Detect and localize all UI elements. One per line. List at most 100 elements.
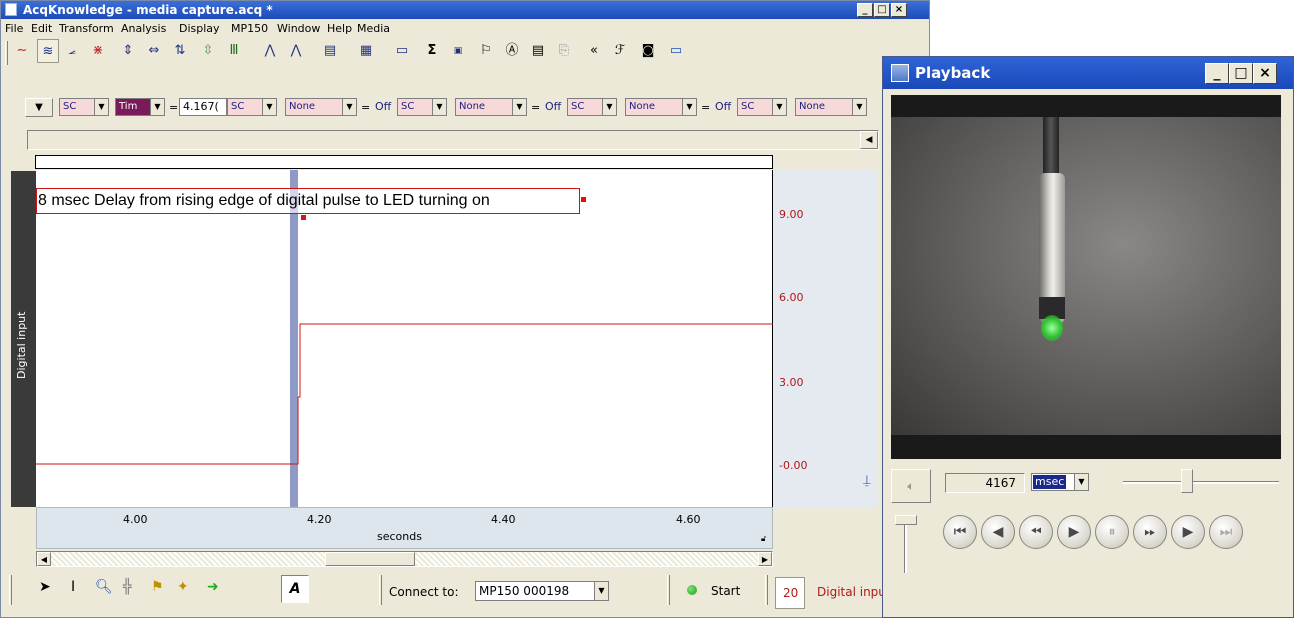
time-field[interactable]: 4167 [945, 473, 1025, 493]
overlap-icon[interactable]: ≋ [37, 39, 59, 63]
measurement-menu-button[interactable]: ▼ [25, 98, 53, 117]
volume-slider-track[interactable] [904, 517, 907, 573]
scatter-icon[interactable]: ⋇ [87, 39, 109, 63]
annotation-anchor[interactable] [301, 215, 306, 220]
multipeak-icon[interactable]: ⋀ [285, 39, 307, 63]
lock-icon[interactable]: 🔓︎ [761, 534, 766, 544]
grid-toggle-icon[interactable]: ▦ [355, 39, 377, 63]
digital-trace [36, 323, 773, 465]
measure-type-4[interactable]: None ▼ [625, 98, 697, 116]
close-icon[interactable]: × [891, 3, 907, 17]
cursor-bar[interactable] [290, 170, 298, 507]
channel-label-bar[interactable]: Digital input [11, 171, 36, 507]
trace-svg [36, 170, 773, 507]
first-frame-icon[interactable]: ⏮︎ [943, 515, 977, 549]
unit-select[interactable]: msec ▼ [1031, 473, 1089, 491]
channel-header-strip [35, 155, 773, 169]
minimize-icon[interactable]: _ [857, 3, 873, 17]
fast-forward-icon[interactable]: ⏩︎ [1133, 515, 1167, 549]
playback-title-bar[interactable]: Playback _ □ × [883, 57, 1293, 89]
close-icon[interactable]: × [1253, 63, 1277, 84]
journal-icon[interactable]: ▤ [527, 39, 549, 63]
menu-display[interactable]: Display [179, 22, 220, 35]
measure-type-2[interactable]: None ▼ [285, 98, 357, 116]
crosshair-tool-icon[interactable]: ╬ [123, 579, 131, 595]
y-tick-label: 9.00 [779, 208, 804, 221]
menu-media[interactable]: Media [357, 22, 390, 35]
scroll-left-icon[interactable]: ◀ [860, 131, 878, 149]
wave-icon[interactable]: ∼ [11, 39, 33, 63]
measure-channel-1[interactable]: SC ▼ [59, 98, 109, 116]
wave-tool-icon[interactable]: ℱ [609, 39, 631, 63]
video-frame[interactable] [891, 95, 1281, 459]
autoscale-icon[interactable]: ⇕ [117, 39, 139, 63]
menu-file[interactable]: File [5, 22, 23, 35]
measure-type-5[interactable]: None ▼ [795, 98, 867, 116]
measure-channel-3[interactable]: SC ▼ [397, 98, 447, 116]
rewind-icon[interactable]: « [583, 39, 605, 63]
print-icon[interactable]: ▤ [319, 39, 341, 63]
next-tool-icon[interactable]: ➜ [207, 579, 219, 595]
annotation-handle[interactable] [581, 197, 586, 202]
flag-tool-icon[interactable]: ⚑ [151, 579, 164, 595]
scroll-right-icon[interactable]: ▶ [758, 552, 772, 566]
channel-number-box[interactable]: 20 [775, 577, 805, 609]
measure-type-1[interactable]: Tim ▼ [115, 98, 165, 116]
annotation-box[interactable]: 8 msec Delay from rising edge of digital… [36, 188, 580, 214]
y-scale-icon[interactable]: ⍊ [863, 473, 871, 488]
last-frame-icon[interactable]: ⏭︎ [1209, 515, 1243, 549]
plot-area[interactable]: 8 msec Delay from rising edge of digital… [36, 170, 773, 507]
scroll-left-icon[interactable]: ◀ [37, 552, 51, 566]
x-tick-label: 4.00 [123, 513, 148, 526]
monitor-icon[interactable]: ▭ [665, 39, 687, 63]
text-icon[interactable]: Ⓐ [501, 39, 523, 63]
position-slider-track[interactable] [1123, 481, 1279, 484]
main-title-bar[interactable]: AcqKnowledge - media capture.acq * _ □ × [1, 1, 929, 19]
overview-scrollbar[interactable]: ◀ [27, 130, 879, 150]
start-status-icon [687, 585, 697, 595]
horizontal-scrollbar[interactable]: ◀ ▶ [36, 551, 773, 567]
maximize-icon[interactable]: □ [874, 3, 890, 17]
pause-icon[interactable]: ⏸︎ [1095, 515, 1129, 549]
copy-icon[interactable]: ⎘ [553, 39, 575, 63]
toolbar-grip [379, 575, 382, 605]
horizontal-icon[interactable]: ⇔ [143, 39, 165, 63]
step-forward-icon[interactable]: ▶ [1171, 515, 1205, 549]
menu-analysis[interactable]: Analysis [121, 22, 166, 35]
connect-select[interactable]: MP150 000198 ▼ [475, 581, 609, 601]
arrow-tool-icon[interactable]: ➤ [39, 579, 51, 595]
annotate-tool-icon[interactable]: A [281, 575, 309, 603]
menu-transform[interactable]: Transform [59, 22, 114, 35]
minimize-icon[interactable]: _ [1205, 63, 1229, 84]
start-button[interactable]: Start [681, 579, 751, 603]
stack-icon[interactable]: ⦟ [61, 39, 83, 63]
adjust-icon[interactable]: ⇳ [197, 39, 219, 63]
rewind-icon[interactable]: ⏪︎ [1019, 515, 1053, 549]
play-icon[interactable]: ▶ [1057, 515, 1091, 549]
peak-icon[interactable]: ⋀ [259, 39, 281, 63]
measure-channel-4[interactable]: SC ▼ [567, 98, 617, 116]
position-slider-thumb[interactable] [1181, 469, 1193, 493]
marker-tool-icon[interactable]: ✦ [177, 579, 189, 595]
mute-button[interactable]: 🔈︎ [891, 469, 931, 503]
counter-icon[interactable]: ▣ [447, 39, 469, 63]
volume-slider-thumb[interactable] [895, 515, 917, 525]
measure-type-3[interactable]: None ▼ [455, 98, 527, 116]
menu-edit[interactable]: Edit [31, 22, 52, 35]
vertical-icon[interactable]: ⇅ [169, 39, 191, 63]
menu-window[interactable]: Window [277, 22, 320, 35]
sigma-icon[interactable]: Σ [421, 39, 443, 63]
menu-help[interactable]: Help [327, 22, 352, 35]
measure-channel-5[interactable]: SC ▼ [737, 98, 787, 116]
link-icon[interactable]: ▭ [391, 39, 413, 63]
camera-icon[interactable]: ◙ [637, 39, 659, 63]
ibeam-tool-icon[interactable]: I [71, 579, 75, 595]
scroll-thumb[interactable] [325, 552, 415, 566]
maximize-icon[interactable]: □ [1229, 63, 1253, 84]
grid-icon[interactable]: Ⅲ [223, 39, 245, 63]
menu-mp150[interactable]: MP150 [231, 22, 268, 35]
zoom-tool-icon[interactable]: 🔍︎ [95, 579, 113, 595]
flag-icon[interactable]: ⚐ [475, 39, 497, 63]
step-back-icon[interactable]: ◀ [981, 515, 1015, 549]
measure-channel-2[interactable]: SC ▼ [227, 98, 277, 116]
